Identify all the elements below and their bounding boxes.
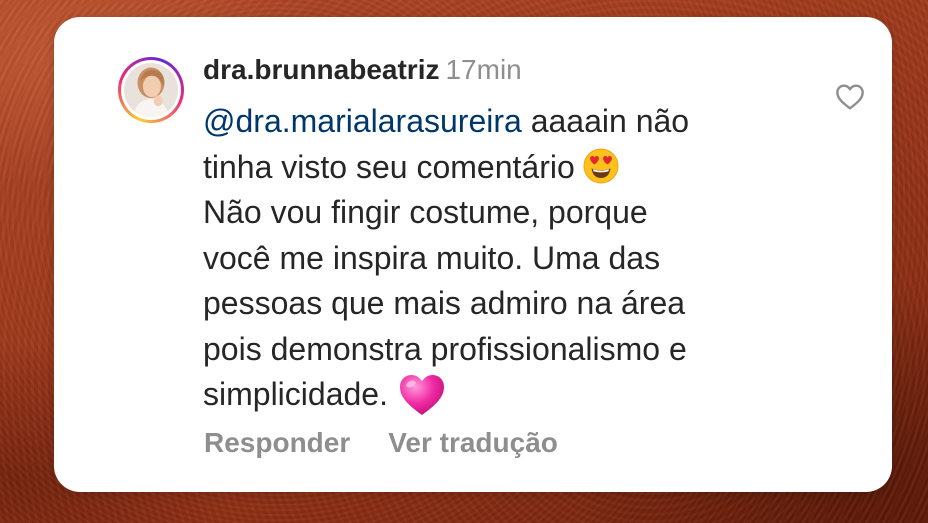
- comment-line-3: Não vou fingir costume, porque: [203, 194, 648, 230]
- comment-line-6: pois demonstra profissionalismo e: [203, 330, 687, 367]
- comment-actions: Responder Ver tradução: [204, 425, 558, 461]
- heart-eyes-emoji: [583, 148, 619, 183]
- avatar[interactable]: [118, 57, 184, 123]
- profile-photo: [124, 63, 178, 117]
- comment-line-2: tinha visto seu comentário: [203, 145, 843, 191]
- mention-link[interactable]: @dra.marialarasureira: [203, 103, 522, 139]
- comment-line-1: @dra.marialarasureira aaaain não: [203, 103, 690, 139]
- username[interactable]: dra.brunnabeatriz: [203, 54, 439, 85]
- comment-text: @dra.marialarasureira aaaain não tinha v…: [203, 99, 843, 418]
- reply-button[interactable]: Responder: [204, 427, 350, 458]
- pink-heart-emoji: [399, 375, 444, 415]
- timestamp: 17min: [445, 54, 522, 85]
- comment-header: dra.brunnabeatriz 17min: [203, 53, 522, 87]
- comment-card: dra.brunnabeatriz 17min @dra.marialarasur…: [54, 17, 892, 492]
- comment-line-7: simplicidade.: [203, 372, 843, 418]
- see-translation-button[interactable]: Ver tradução: [388, 427, 558, 458]
- comment-line-4: você me inspira muito. Uma das: [203, 239, 661, 276]
- comment-line-5: pessoas que mais admiro na área: [203, 285, 686, 321]
